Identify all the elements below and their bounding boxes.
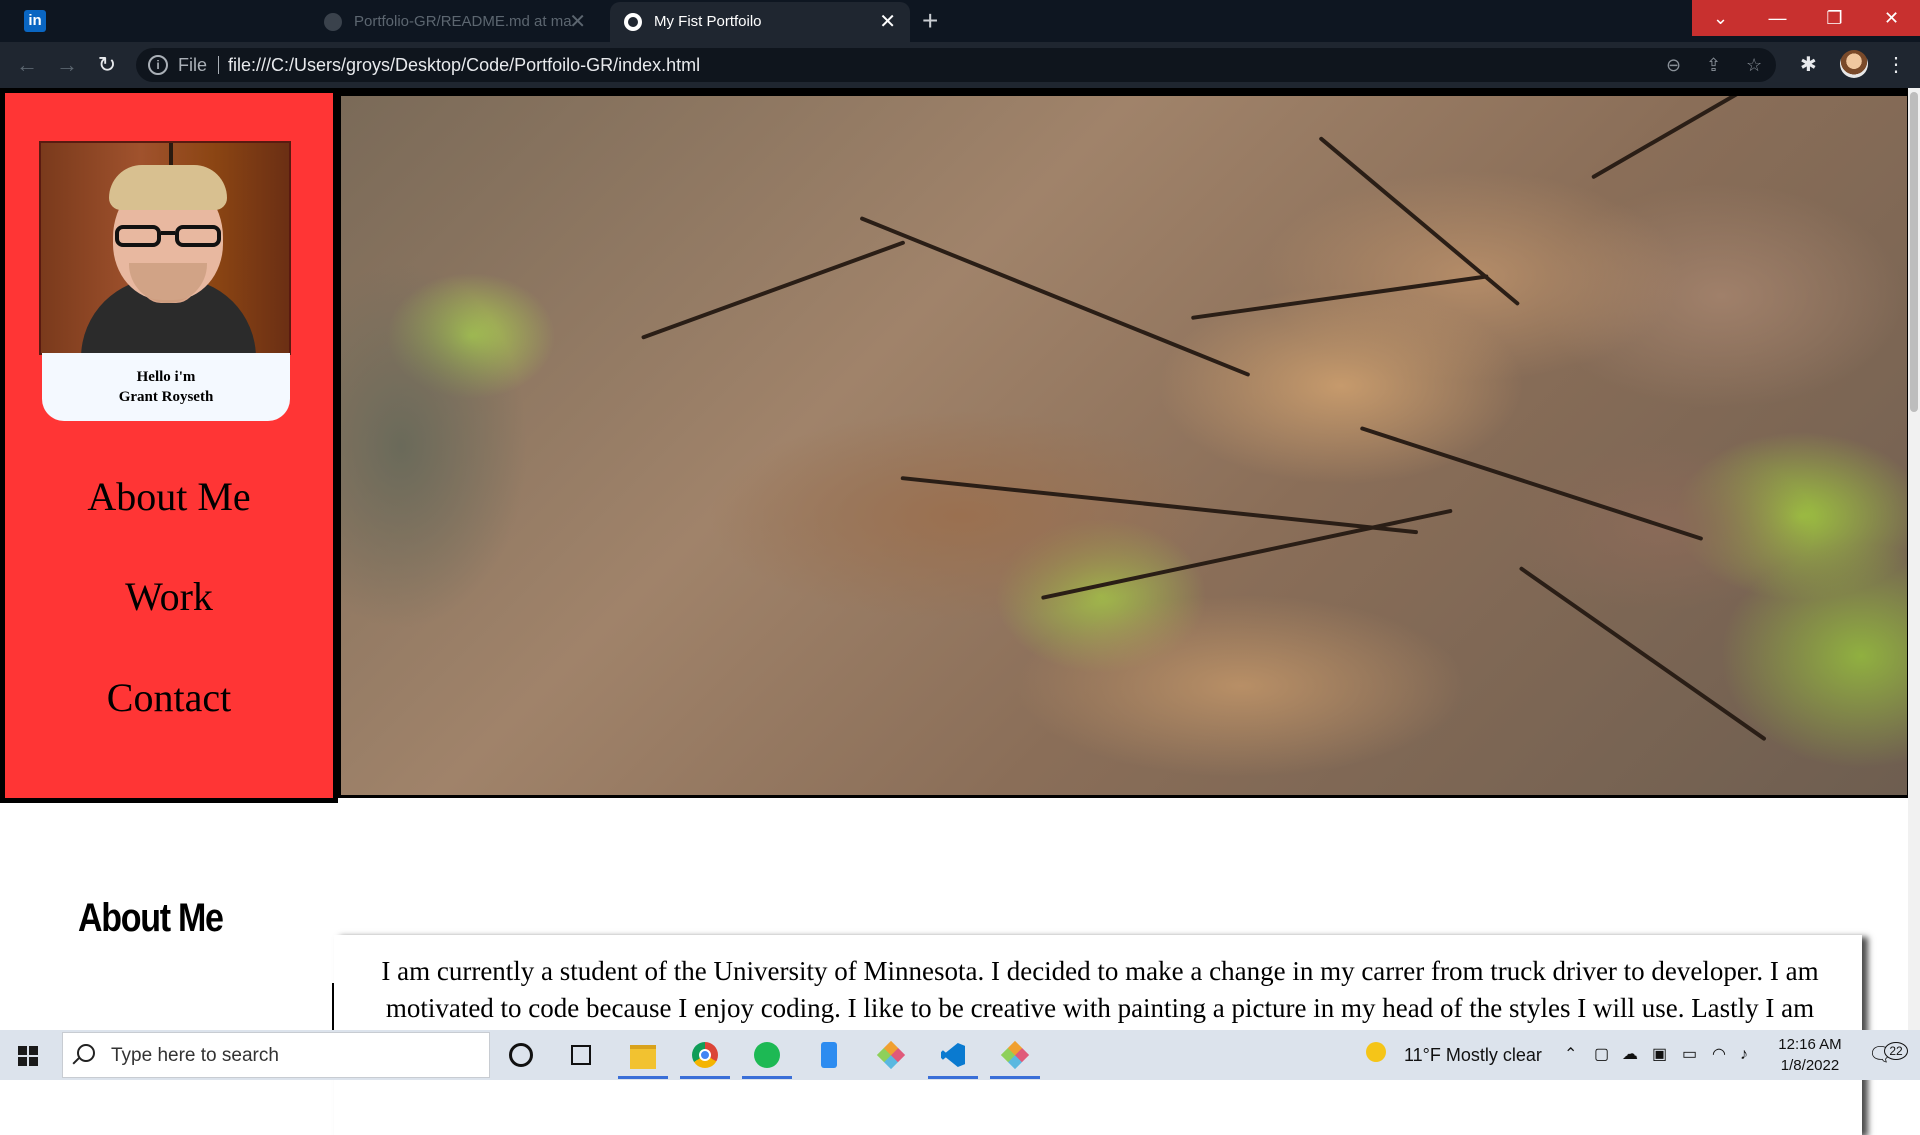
address-bar[interactable]: i File file:///C:/Users/groys/Desktop/Co… [136,48,1776,82]
url-text[interactable]: file:///C:/Users/groys/Desktop/Code/Port… [228,48,700,82]
forward-icon[interactable]: → [52,50,82,80]
task-view-icon[interactable] [566,1040,596,1070]
browser-toolbar: ← → ↻ i File file:///C:/Users/groys/Desk… [0,42,1920,88]
hero-banner [338,93,1914,798]
meet-now-icon[interactable]: ▢ [1594,1030,1609,1080]
onedrive-icon[interactable]: ☁ [1622,1030,1638,1080]
page-scrollbar[interactable] [1908,88,1920,1030]
chevron-up-icon[interactable]: ⌃ [1564,1030,1577,1080]
profile-photo [39,141,291,355]
rock-cliff-image [341,96,1907,795]
phone-app-icon[interactable] [814,1040,844,1070]
menu-icon[interactable]: ⋮ [1886,50,1906,80]
profile-name: Grant Royseth [118,389,214,405]
taskbar-search[interactable]: Type here to search [62,1032,490,1078]
git-app-icon-2[interactable] [990,1040,1040,1079]
close-tab-icon[interactable]: ✕ [879,2,896,42]
windows-start-icon[interactable] [18,1046,38,1066]
greeting-text: Hello i'm [136,369,196,385]
nav-about-me[interactable]: About Me [5,473,333,520]
github-icon [324,13,342,31]
tab-title: Portfolio-GR/README.md at ma [354,13,572,30]
clock-time: 12:16 AM [1778,1036,1842,1053]
chrome-icon[interactable] [680,1040,730,1079]
globe-icon [624,13,642,31]
nav-contact[interactable]: Contact [5,674,333,721]
browser-titlebar: in Portfolio-GR/README.md at ma ✕ My Fis… [0,0,1920,42]
tab-title: My Fist Portfoilo [654,13,762,30]
url-scheme: File [178,55,208,75]
zoom-icon[interactable]: ⊖ [1666,48,1681,82]
display-icon[interactable]: ▣ [1652,1030,1667,1080]
tab-readme[interactable]: Portfolio-GR/README.md at ma ✕ [310,2,600,42]
extensions-icon[interactable]: ✱ [1800,50,1817,80]
notification-count: 22 [1884,1042,1908,1060]
new-tab-icon[interactable]: + [922,4,938,38]
close-tab-icon[interactable]: ✕ [569,2,586,42]
vscode-icon[interactable] [928,1040,978,1079]
file-explorer-icon[interactable] [618,1040,668,1079]
clock-date: 1/8/2022 [1780,1057,1840,1074]
nav-work[interactable]: Work [5,573,333,620]
cortana-icon[interactable] [506,1040,536,1070]
battery-icon[interactable]: ▭ [1682,1030,1697,1080]
weather-moon-icon[interactable] [1366,1042,1390,1066]
back-icon[interactable]: ← [12,50,42,80]
profile-name-card: Hello i'm Grant Royseth [42,353,290,421]
wifi-icon[interactable]: ◠ [1712,1030,1726,1080]
git-app-icon[interactable] [876,1040,906,1070]
close-window-icon[interactable]: ✕ [1863,0,1920,36]
tab-search-icon[interactable]: ⌄ [1692,0,1749,36]
weather-text[interactable]: 11°F Mostly clear [1404,1030,1542,1080]
about-heading: About Me [78,896,224,940]
system-clock[interactable]: 12:16 AM 1/8/2022 [1770,1034,1850,1076]
minimize-icon[interactable]: — [1749,0,1806,36]
share-icon[interactable]: ⇪ [1706,48,1721,82]
bookmark-star-icon[interactable]: ☆ [1746,48,1762,82]
sidebar: Hello i'm Grant Royseth About Me Work Co… [0,93,338,803]
divider [218,56,219,74]
restore-icon[interactable]: ❐ [1806,0,1863,36]
window-controls: ⌄ — ❐ ✕ [1692,0,1920,36]
reload-icon[interactable]: ↻ [92,50,122,80]
spotify-icon[interactable] [742,1040,792,1079]
volume-icon[interactable]: ♪ [1740,1030,1748,1080]
search-placeholder: Type here to search [111,1045,279,1066]
sidebar-panel: Hello i'm Grant Royseth About Me Work Co… [5,93,333,798]
search-icon [77,1044,95,1062]
info-icon[interactable]: i [148,55,168,75]
taskbar: Type here to search 11°F Mostly clear ⌃ … [0,1030,1920,1080]
web-page: Hello i'm Grant Royseth About Me Work Co… [0,88,1920,1135]
linkedin-icon[interactable]: in [24,10,46,32]
tab-portfolio[interactable]: My Fist Portfoilo ✕ [610,2,910,42]
profile-avatar-icon[interactable] [1840,50,1868,78]
